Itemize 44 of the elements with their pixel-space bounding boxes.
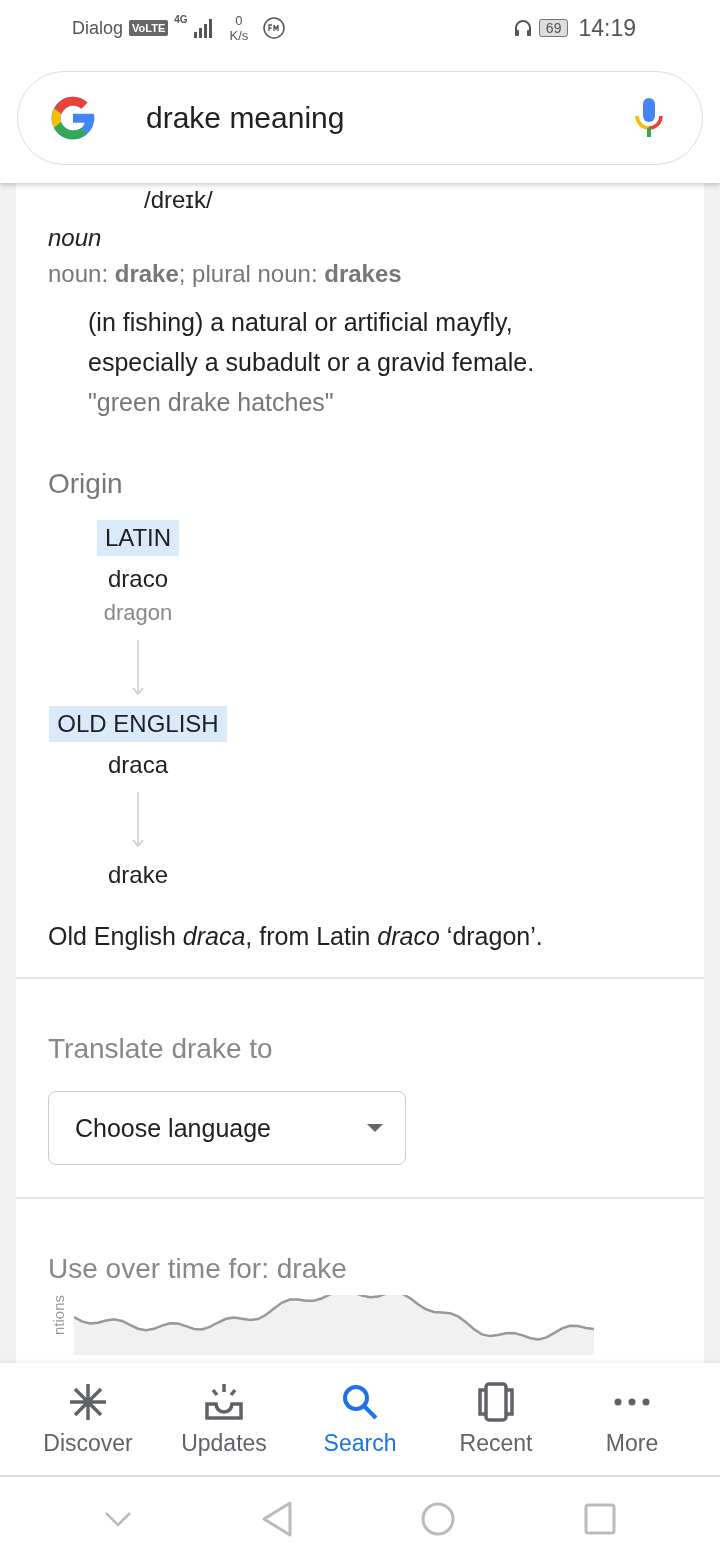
section-heading: Origin: [48, 468, 124, 500]
etymology-word: draco: [107, 564, 168, 594]
dropdown-caret-icon: [367, 1124, 383, 1132]
nav-tab[interactable]: More: [564, 1363, 700, 1475]
back-icon[interactable]: [260, 1500, 293, 1537]
word-forms: noun: drake; plural noun: drakes: [48, 260, 403, 288]
nav-tab[interactable]: Recent: [428, 1363, 564, 1475]
search-query: drake meaning: [146, 101, 346, 135]
pronunciation-text: /dreɪk/: [144, 185, 214, 215]
language-dropdown[interactable]: Choose language: [48, 1091, 406, 1165]
headphones-icon: [512, 18, 533, 38]
asterisk-icon: [68, 1381, 108, 1422]
speed-unit: K/s: [229, 28, 249, 43]
example-text: "green drake hatches": [88, 387, 335, 418]
origin-text: Old English draca, from Latin draco ‘dragon’.: [48, 922, 544, 951]
etymology-word: drake: [107, 860, 168, 890]
arrow-icon: [132, 640, 144, 696]
nav-tab[interactable]: Search: [292, 1363, 428, 1475]
more-icon: [614, 1397, 650, 1406]
part-of-speech: noun: [48, 224, 103, 252]
clock-time: 14:19: [578, 14, 636, 42]
radio-icon: [262, 16, 287, 40]
cards-icon: [475, 1381, 517, 1422]
nav-tab[interactable]: Updates: [156, 1363, 292, 1475]
network-type: 4G: [174, 14, 188, 25]
carrier-name: Dialog: [72, 17, 124, 39]
language-label: OLD ENGLISH: [49, 706, 227, 742]
word-gloss: dragon: [103, 599, 173, 627]
section-heading: Use over time for: drake: [48, 1253, 348, 1285]
microphone-icon[interactable]: [634, 98, 664, 138]
overview-icon[interactable]: [583, 1502, 616, 1535]
language-label: LATIN: [96, 520, 180, 556]
section-heading: Translate drake to: [48, 1033, 274, 1065]
chevron-down-icon[interactable]: [104, 1510, 133, 1527]
etymology-word: draca: [107, 750, 168, 780]
speed-value: 0: [235, 13, 243, 28]
definition-text: (in fishing) a natural or artificial mayfly, especially a subadult or a gravid female.: [88, 307, 536, 378]
volte-badge: VoLTE: [129, 20, 169, 36]
axis-label: ntions: [50, 1295, 68, 1336]
battery-level: 69: [538, 19, 569, 37]
inbox-icon: [203, 1381, 245, 1422]
arrow-icon: [132, 792, 144, 848]
nav-tab[interactable]: Discover: [20, 1363, 156, 1475]
home-icon[interactable]: [421, 1501, 456, 1536]
